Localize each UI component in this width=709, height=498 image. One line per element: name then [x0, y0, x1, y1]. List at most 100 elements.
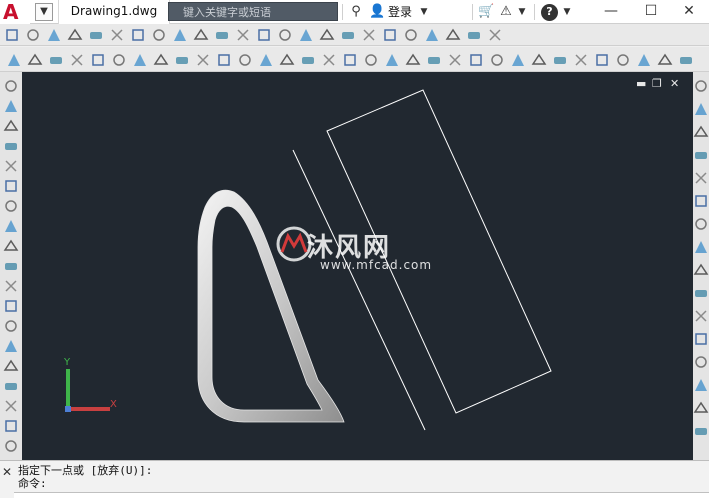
subtract-icon[interactable] — [319, 27, 335, 43]
sphere-icon[interactable] — [88, 27, 104, 43]
chamfer-icon[interactable] — [693, 377, 709, 393]
arc-icon[interactable] — [3, 178, 19, 194]
minimize-button[interactable]: — — [591, 0, 631, 24]
named-views-icon[interactable] — [552, 52, 568, 68]
orbit-icon[interactable] — [153, 52, 169, 68]
polyline-icon[interactable] — [3, 118, 19, 134]
views-icon[interactable] — [279, 52, 295, 68]
fly-icon[interactable] — [48, 52, 64, 68]
planar-surface-icon[interactable] — [172, 27, 188, 43]
rectangle-icon[interactable] — [3, 158, 19, 174]
wedge-icon[interactable] — [46, 27, 62, 43]
construction-line-icon[interactable] — [3, 98, 19, 114]
move-icon[interactable] — [693, 193, 709, 209]
mirror-icon[interactable] — [693, 124, 709, 140]
stretch-icon[interactable] — [693, 262, 709, 278]
trim-icon[interactable] — [693, 285, 709, 301]
3d-array-icon[interactable] — [487, 27, 503, 43]
cone-icon[interactable] — [67, 27, 83, 43]
rotate-icon[interactable] — [693, 216, 709, 232]
application-menu-button[interactable]: A — [0, 0, 30, 24]
explode-icon[interactable] — [693, 423, 709, 439]
views-icon[interactable] — [426, 52, 442, 68]
presspull-icon[interactable] — [214, 27, 230, 43]
revcloud-icon[interactable] — [3, 218, 19, 234]
array-icon[interactable] — [693, 170, 709, 186]
camera-icon[interactable] — [237, 52, 253, 68]
erase-icon[interactable] — [693, 78, 709, 94]
extrude-icon[interactable] — [193, 27, 209, 43]
fillet-icon[interactable] — [693, 400, 709, 416]
text-icon[interactable] — [3, 438, 19, 454]
copy-icon[interactable] — [693, 101, 709, 117]
walk-icon[interactable] — [321, 52, 337, 68]
cart-icon[interactable]: 🛒 — [478, 4, 494, 20]
close-button[interactable]: ✕ — [669, 0, 709, 24]
drawing-canvas[interactable]: ▬ ❐ ✕ 沐风网 www.mfcad.com Y X — [22, 72, 693, 460]
join-icon[interactable] — [693, 354, 709, 370]
ellipse-arc-icon[interactable] — [3, 278, 19, 294]
torus-icon[interactable] — [130, 27, 146, 43]
login-button[interactable]: 登录 — [388, 3, 412, 21]
slice-icon[interactable] — [361, 27, 377, 43]
camera-icon[interactable] — [90, 52, 106, 68]
walk-icon[interactable] — [174, 52, 190, 68]
visual-style-icon[interactable] — [510, 52, 526, 68]
spline-icon[interactable] — [3, 238, 19, 254]
offset-icon[interactable] — [693, 147, 709, 163]
chevron-down-icon[interactable]: ▼ — [516, 4, 528, 20]
close-icon[interactable]: ✕ — [2, 465, 12, 479]
cylinder-icon[interactable] — [109, 27, 125, 43]
chevron-down-icon[interactable]: ▼ — [561, 4, 573, 20]
revolve-icon[interactable] — [256, 27, 272, 43]
walk-icon[interactable] — [27, 52, 43, 68]
visual-style-icon[interactable] — [216, 52, 232, 68]
extend-icon[interactable] — [693, 308, 709, 324]
pyramid-icon[interactable] — [151, 27, 167, 43]
camera-icon[interactable] — [678, 52, 694, 68]
search-input[interactable]: 键入关键字或短语 — [168, 2, 338, 21]
orbit-icon[interactable] — [594, 52, 610, 68]
maximize-button[interactable]: ☐ — [631, 0, 671, 24]
make-block-icon[interactable] — [3, 318, 19, 334]
binoculars-icon[interactable]: ⚲ — [348, 4, 364, 20]
walk-icon[interactable] — [615, 52, 631, 68]
command-input[interactable] — [14, 492, 709, 498]
visual-style-icon[interactable] — [657, 52, 673, 68]
union-icon[interactable] — [298, 27, 314, 43]
fly-icon[interactable] — [489, 52, 505, 68]
named-views-icon[interactable] — [405, 52, 421, 68]
ellipse-icon[interactable] — [3, 258, 19, 274]
document-tab[interactable]: Drawing1.dwg — [58, 0, 170, 24]
table-icon[interactable] — [3, 418, 19, 434]
orbit-icon[interactable] — [447, 52, 463, 68]
user-icon[interactable]: 👤 — [369, 4, 385, 20]
fly-icon[interactable] — [636, 52, 652, 68]
visual-style-icon[interactable] — [363, 52, 379, 68]
views-icon[interactable] — [132, 52, 148, 68]
region-icon[interactable] — [3, 398, 19, 414]
named-views-icon[interactable] — [258, 52, 274, 68]
3d-rotate-icon[interactable] — [466, 27, 482, 43]
3d-mirror-icon[interactable] — [445, 27, 461, 43]
break-icon[interactable] — [693, 331, 709, 347]
scale-icon[interactable] — [693, 239, 709, 255]
hook-icon[interactable] — [4, 27, 20, 43]
camera-icon[interactable] — [384, 52, 400, 68]
camera-icon[interactable] — [531, 52, 547, 68]
fly-icon[interactable] — [195, 52, 211, 68]
point-icon[interactable] — [3, 338, 19, 354]
insert-block-icon[interactable] — [3, 298, 19, 314]
section-icon[interactable] — [403, 27, 419, 43]
sweep-icon[interactable] — [235, 27, 251, 43]
hatch-icon[interactable] — [3, 358, 19, 374]
walk-icon[interactable] — [468, 52, 484, 68]
named-views-icon[interactable] — [111, 52, 127, 68]
visual-style-icon[interactable] — [69, 52, 85, 68]
line-icon[interactable] — [3, 78, 19, 94]
quick-access-dropdown-button[interactable]: ▼ — [35, 3, 53, 21]
loft-icon[interactable] — [277, 27, 293, 43]
3d-align-icon[interactable] — [424, 27, 440, 43]
fly-icon[interactable] — [342, 52, 358, 68]
views-icon[interactable] — [573, 52, 589, 68]
